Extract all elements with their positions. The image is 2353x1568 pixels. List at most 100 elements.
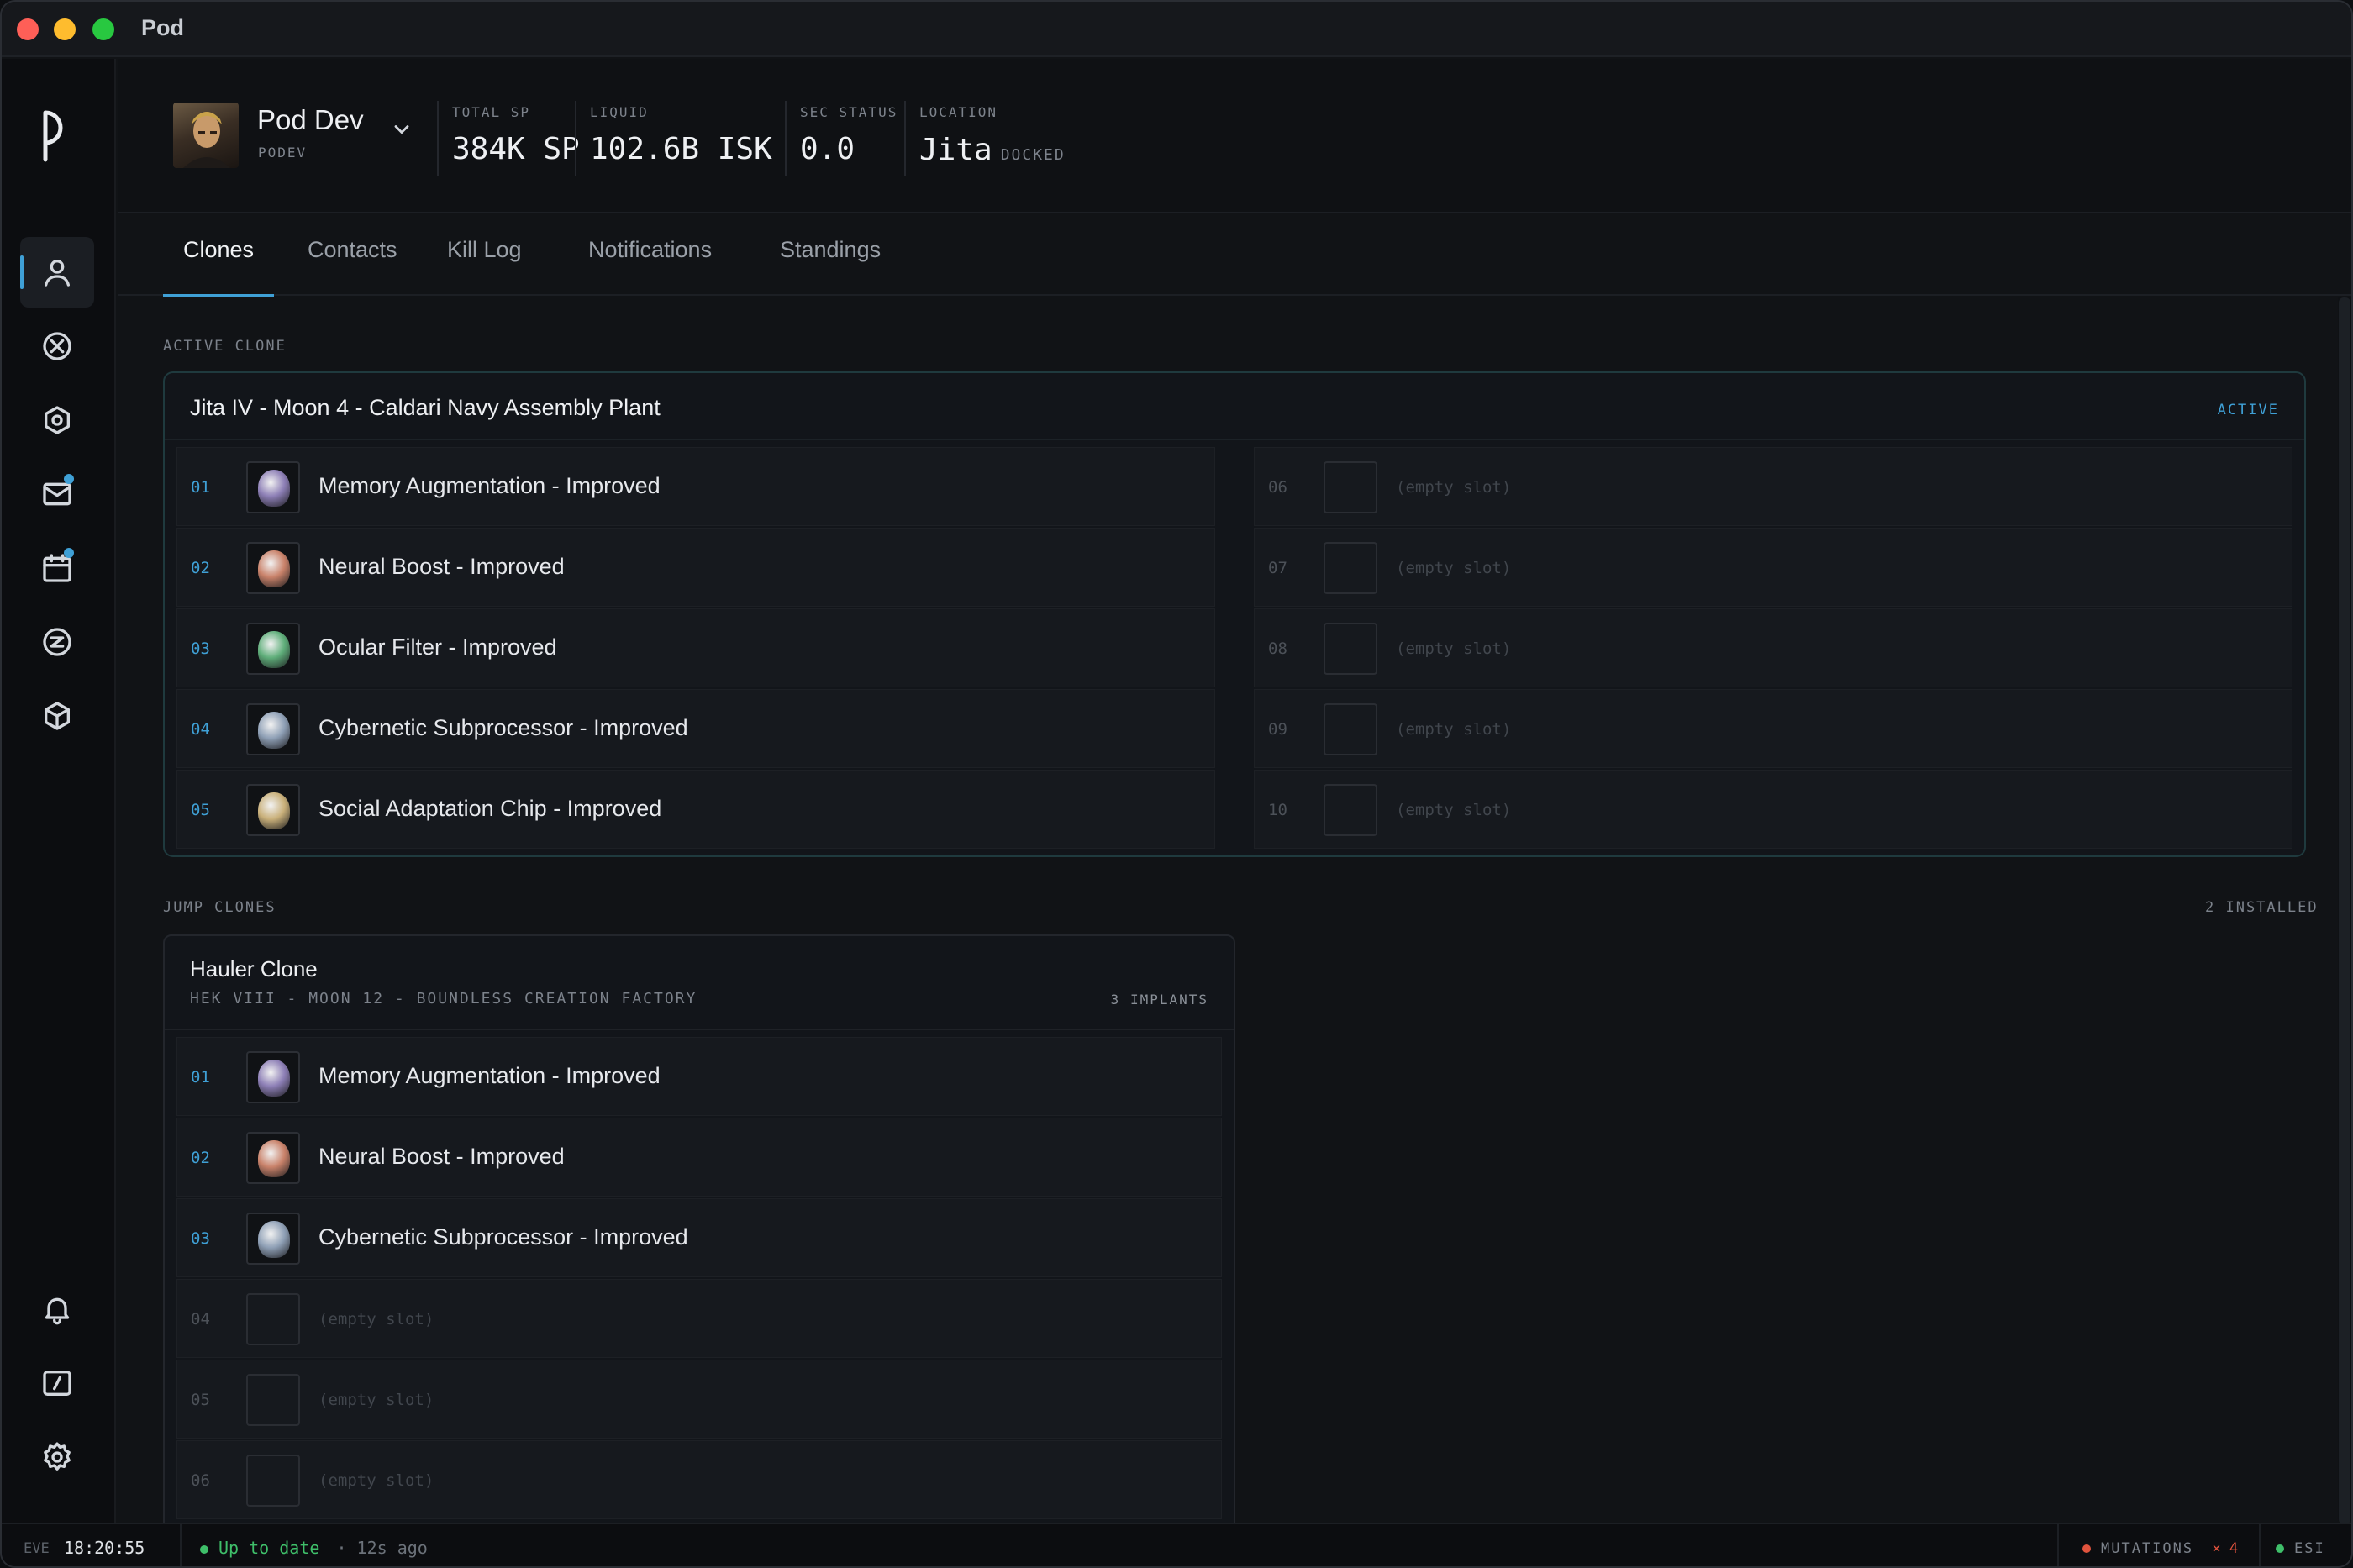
- implant-name: Social Adaptation Chip - Improved: [318, 796, 662, 821]
- mail-unread-indicator: [64, 474, 74, 484]
- jump-clones-count: 2 INSTALLED: [2205, 899, 2319, 916]
- slot-number: 04: [191, 720, 210, 739]
- implant-slot[interactable]: 02 Neural Boost - Improved: [176, 528, 1215, 607]
- implant-slot[interactable]: 01 Memory Augmentation - Improved: [176, 447, 1215, 526]
- slot-number: 06: [191, 1471, 210, 1490]
- implant-slot[interactable]: 04 Cybernetic Subprocessor - Improved: [176, 689, 1215, 768]
- empty-implant-slot[interactable]: 04 (empty slot): [176, 1279, 1222, 1358]
- implant-slot[interactable]: 01 Memory Augmentation - Improved: [176, 1037, 1222, 1116]
- empty-implant-slot[interactable]: 05 (empty slot): [176, 1360, 1222, 1439]
- stat-total-sp: TOTAL SP 384K SP: [437, 101, 580, 176]
- implant-icon: [246, 623, 300, 675]
- empty-slot-icon: [1324, 461, 1377, 513]
- slot-number: 09: [1268, 720, 1287, 739]
- user-icon: [45, 260, 71, 287]
- divider: [2057, 1524, 2059, 1566]
- empty-implant-slot[interactable]: 07 (empty slot): [1254, 528, 2292, 607]
- nav-calendar[interactable]: [20, 533, 94, 603]
- tab-standings[interactable]: Standings: [760, 237, 901, 296]
- slot-number: 01: [191, 478, 210, 497]
- scrollbar-thumb[interactable]: [2339, 297, 2350, 1524]
- stat-sec-status: SEC STATUS 0.0: [785, 101, 898, 176]
- implant-name: Ocular Filter - Improved: [318, 634, 557, 660]
- jump-clone-card[interactable]: Hauler Clone HEK VIII - MOON 12 - BOUNDL…: [163, 934, 1235, 1539]
- esi-indicator[interactable]: ESI: [2276, 1540, 2325, 1557]
- slot-number: 06: [1268, 478, 1287, 497]
- nav-market[interactable]: [20, 607, 94, 677]
- stat-value: Jita DOCKED: [919, 132, 1066, 167]
- implant-name: Neural Boost - Improved: [318, 1144, 565, 1169]
- hexagon-icon: [45, 406, 71, 434]
- empty-slot-icon: [1324, 784, 1377, 836]
- implant-icon: [246, 461, 300, 513]
- empty-implant-slot[interactable]: 09 (empty slot): [1254, 689, 2292, 768]
- implant-slot[interactable]: 02 Neural Boost - Improved: [176, 1118, 1222, 1197]
- empty-implant-slot[interactable]: 06 (empty slot): [1254, 447, 2292, 526]
- implant-icon: [246, 1051, 300, 1103]
- character-header: Pod Dev PODEV TOTAL SP 384K SP LIQUID 10…: [118, 59, 2351, 213]
- nav-killboard[interactable]: [20, 311, 94, 381]
- titlebar: Pod: [2, 2, 2351, 57]
- sync-status[interactable]: Up to date · 12s ago: [200, 1538, 428, 1558]
- implant-icon: [246, 784, 300, 836]
- slot-number: 04: [191, 1310, 210, 1329]
- empty-slot-label: (empty slot): [1396, 720, 1512, 739]
- tab-kill-log[interactable]: Kill Log: [427, 237, 542, 296]
- slot-number: 07: [1268, 559, 1287, 577]
- chevron-down-icon[interactable]: [390, 118, 413, 141]
- divider: [165, 1029, 1234, 1030]
- eve-time-label: EVE: [24, 1540, 50, 1557]
- nav-assets[interactable]: [20, 681, 94, 751]
- slot-number: 03: [191, 639, 210, 658]
- implant-slot[interactable]: 03 Ocular Filter - Improved: [176, 608, 1215, 687]
- tab-notifications[interactable]: Notifications: [568, 237, 732, 296]
- empty-slot-label: (empty slot): [318, 1391, 434, 1409]
- tab-contacts[interactable]: Contacts: [287, 237, 418, 296]
- minimize-window-button[interactable]: [54, 18, 76, 40]
- empty-slot-icon: [1324, 703, 1377, 755]
- slot-number: 01: [191, 1068, 210, 1087]
- market-icon: [43, 628, 71, 656]
- location-system[interactable]: Jita: [919, 133, 992, 167]
- nav-character[interactable]: [20, 237, 94, 308]
- tab-clones[interactable]: Clones: [163, 237, 275, 297]
- empty-implant-slot[interactable]: 08 (empty slot): [1254, 608, 2292, 687]
- terminal-icon: [43, 1371, 71, 1396]
- tab-bar: Clones Contacts Kill Log Notifications S…: [118, 215, 2351, 297]
- active-clone-label: ACTIVE CLONE: [163, 338, 287, 355]
- implant-icon: [246, 542, 300, 594]
- empty-implant-slot[interactable]: 06 (empty slot): [176, 1440, 1222, 1519]
- mutations-count: × 4: [2212, 1540, 2239, 1557]
- empty-implant-slot[interactable]: 10 (empty slot): [1254, 770, 2292, 849]
- nav-fittings[interactable]: [20, 385, 94, 455]
- close-window-button[interactable]: [17, 18, 39, 40]
- implant-slot[interactable]: 05 Social Adaptation Chip - Improved: [176, 770, 1215, 849]
- stat-value: 102.6B ISK: [590, 132, 772, 166]
- empty-slot-icon: [246, 1293, 300, 1345]
- nav-console[interactable]: [20, 1348, 94, 1418]
- status-dot: [200, 1544, 208, 1554]
- character-portrait[interactable]: [173, 103, 239, 168]
- esi-label: ESI: [2294, 1540, 2325, 1557]
- character-name[interactable]: Pod Dev: [257, 104, 364, 136]
- sync-age: · 12s ago: [336, 1538, 428, 1558]
- nav-settings[interactable]: [20, 1422, 94, 1492]
- implant-slot[interactable]: 03 Cybernetic Subprocessor - Improved: [176, 1198, 1222, 1277]
- implant-name: Memory Augmentation - Improved: [318, 473, 661, 498]
- nav-mail[interactable]: [20, 459, 94, 529]
- stat-value: 384K SP: [452, 132, 580, 166]
- slot-number: 02: [191, 559, 210, 577]
- stat-label: LOCATION: [919, 104, 998, 120]
- mutations-indicator[interactable]: MUTATIONS × 4: [2082, 1540, 2238, 1557]
- divider: [165, 439, 2304, 440]
- stat-location: LOCATION Jita DOCKED: [904, 101, 1066, 176]
- divider: [2259, 1524, 2261, 1566]
- implant-name: Cybernetic Subprocessor - Improved: [318, 715, 688, 740]
- status-dot: [2276, 1544, 2284, 1553]
- stat-label: TOTAL SP: [452, 104, 531, 120]
- zoom-window-button[interactable]: [92, 18, 114, 40]
- nav-notifications[interactable]: [20, 1274, 94, 1344]
- empty-slot-label: (empty slot): [1396, 478, 1512, 497]
- jump-clones-label: JUMP CLONES: [163, 899, 276, 916]
- status-bar: EVE 18:20:55 Up to date · 12s ago MUTATI…: [2, 1523, 2351, 1566]
